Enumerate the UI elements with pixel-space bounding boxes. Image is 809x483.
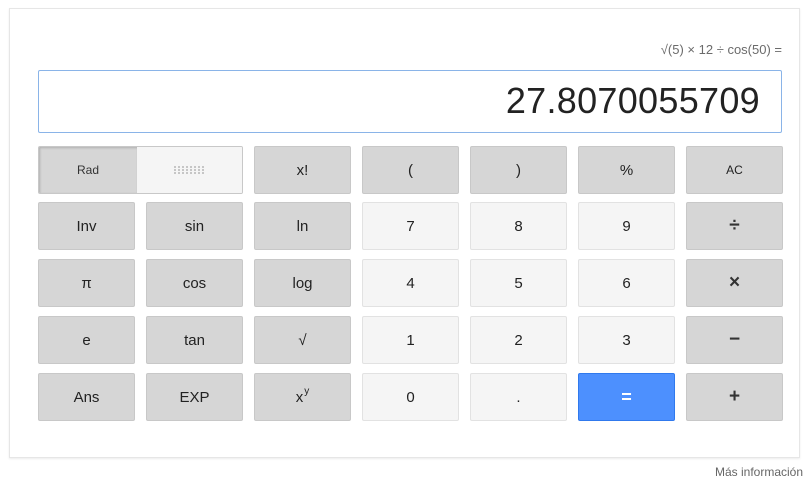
percent-button[interactable]: % xyxy=(578,146,675,194)
digit-2-button[interactable]: 2 xyxy=(470,316,567,364)
digit-9-button[interactable]: 9 xyxy=(578,202,675,250)
divide-button[interactable]: ÷ xyxy=(686,202,783,250)
log-button[interactable]: log xyxy=(254,259,351,307)
expression-history: √(5) × 12 ÷ cos(50) = xyxy=(660,42,782,57)
power-base: x xyxy=(295,388,304,406)
angle-mode-toggle[interactable]: Rad xyxy=(38,146,243,194)
open-paren-button[interactable]: ( xyxy=(362,146,459,194)
minus-button[interactable]: − xyxy=(686,316,783,364)
inverse-button[interactable]: Inv xyxy=(38,202,135,250)
ans-button[interactable]: Ans xyxy=(38,373,135,421)
keypad: Rad x! ( ) % AC Inv sin ln 7 8 9 ÷ π cos… xyxy=(38,146,784,422)
power-exponent: y xyxy=(304,385,310,397)
rad-mode-button[interactable]: Rad xyxy=(39,147,137,193)
result-display[interactable]: 27.8070055709 xyxy=(38,70,782,133)
sin-button[interactable]: sin xyxy=(146,202,243,250)
digit-0-button[interactable]: 0 xyxy=(362,373,459,421)
close-paren-button[interactable]: ) xyxy=(470,146,567,194)
more-info-link[interactable]: Más información xyxy=(715,465,803,479)
all-clear-button[interactable]: AC xyxy=(686,146,783,194)
ln-button[interactable]: ln xyxy=(254,202,351,250)
digit-4-button[interactable]: 4 xyxy=(362,259,459,307)
exp-button[interactable]: EXP xyxy=(146,373,243,421)
pi-button[interactable]: π xyxy=(38,259,135,307)
result-value: 27.8070055709 xyxy=(505,80,760,121)
plus-button[interactable]: + xyxy=(686,373,783,421)
factorial-button[interactable]: x! xyxy=(254,146,351,194)
sqrt-button[interactable]: √ xyxy=(254,316,351,364)
deg-placeholder-dots xyxy=(174,166,205,174)
equals-button[interactable]: = xyxy=(578,373,675,421)
decimal-button[interactable]: . xyxy=(470,373,567,421)
multiply-button[interactable]: × xyxy=(686,259,783,307)
digit-1-button[interactable]: 1 xyxy=(362,316,459,364)
deg-mode-button[interactable] xyxy=(137,147,242,193)
tan-button[interactable]: tan xyxy=(146,316,243,364)
calculator-card: √(5) × 12 ÷ cos(50) = 27.8070055709 Rad … xyxy=(9,8,800,458)
digit-6-button[interactable]: 6 xyxy=(578,259,675,307)
digit-3-button[interactable]: 3 xyxy=(578,316,675,364)
power-button[interactable]: xy xyxy=(254,373,351,421)
digit-8-button[interactable]: 8 xyxy=(470,202,567,250)
cos-button[interactable]: cos xyxy=(146,259,243,307)
digit-5-button[interactable]: 5 xyxy=(470,259,567,307)
digit-7-button[interactable]: 7 xyxy=(362,202,459,250)
e-button[interactable]: e xyxy=(38,316,135,364)
